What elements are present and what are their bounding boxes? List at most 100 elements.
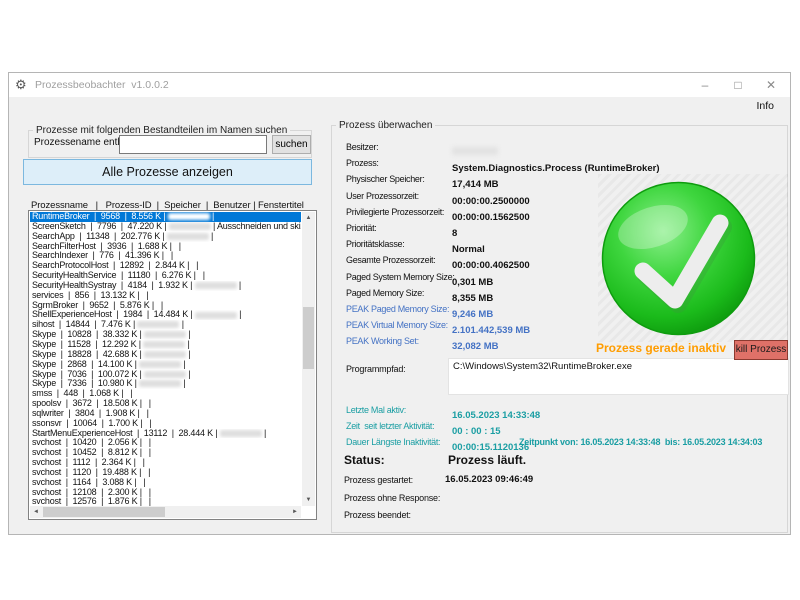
window-title: Prozessbeobachter v1.0.0.2 — [35, 79, 169, 91]
horizontal-scroll-thumb[interactable] — [43, 507, 165, 517]
monitor-field-value: 2.101.442,539 MB — [452, 325, 530, 336]
process-started-label: Prozess gestartet: — [344, 475, 413, 485]
monitor-field-value: 00:00:00.2500000 — [452, 196, 530, 207]
list-item[interactable]: SecurityHealthSystray | 4184 | 1.932 K |… — [30, 281, 301, 291]
censored-user-patch — [220, 430, 262, 437]
list-item[interactable]: RuntimeBroker | 9568 | 8.556 K | | — [30, 212, 301, 222]
censored-user-patch — [144, 351, 186, 358]
list-item[interactable]: spoolsv | 3672 | 18.508 K | | — [30, 399, 301, 409]
maximize-icon[interactable]: □ — [729, 77, 747, 93]
list-item[interactable]: SearchApp | 11348 | 202.776 K | | — [30, 232, 301, 242]
list-item[interactable]: svchost | 12108 | 2.300 K | | — [30, 488, 301, 498]
censored-user-patch — [144, 331, 186, 338]
status-label: Status: — [344, 453, 385, 467]
list-item[interactable]: Skype | 11528 | 12.292 K | | — [30, 340, 301, 350]
monitor-field-value: 17,414 MB — [452, 179, 498, 190]
monitor-field-label: Privilegierte Prozessorzeit: — [346, 207, 452, 217]
process-no-response-label: Prozess ohne Response: — [344, 493, 440, 503]
program-path-value: C:\Windows\System32\RuntimeBroker.exe — [449, 359, 788, 374]
monitor-field-label: Prioritätsklasse: — [346, 239, 452, 249]
monitor-field-row: Besitzer: — [346, 142, 796, 158]
list-item[interactable]: svchost | 1164 | 3.088 K | | — [30, 478, 301, 488]
list-item[interactable]: SearchFilterHost | 3936 | 1.688 K | | — [30, 242, 301, 252]
monitor-field-value: 9,246 MB — [452, 309, 493, 320]
process-name-input[interactable] — [119, 135, 267, 154]
censored-user-patch — [137, 321, 179, 328]
scroll-down-icon[interactable]: ▼ — [302, 494, 315, 506]
list-item[interactable]: svchost | 1112 | 2.364 K | | — [30, 458, 301, 468]
titlebar: ⚙ Prozessbeobachter v1.0.0.2 – □ ✕ — [9, 73, 790, 97]
search-button[interactable]: suchen — [272, 135, 311, 154]
minimize-icon[interactable]: – — [696, 77, 714, 93]
activity-field-row: Letzte Mal aktiv:16.05.2023 14:33:48 — [346, 405, 796, 421]
monitor-field-value: 8 — [452, 228, 457, 239]
censored-user-patch — [144, 371, 186, 378]
scroll-right-icon[interactable]: ► — [289, 506, 301, 518]
list-item[interactable]: svchost | 12576 | 1.876 K | | — [30, 497, 301, 506]
close-icon[interactable]: ✕ — [762, 77, 780, 93]
scroll-up-icon[interactable]: ▲ — [302, 212, 315, 224]
list-item[interactable]: sihost | 14844 | 7.476 K | | — [30, 320, 301, 330]
list-item[interactable]: services | 856 | 13.132 K | | — [30, 291, 301, 301]
list-item[interactable]: Skype | 18828 | 42.688 K | | — [30, 350, 301, 360]
activity-field-label: Letzte Mal aktiv: — [346, 405, 452, 415]
list-item[interactable]: svchost | 10452 | 8.812 K | | — [30, 448, 301, 458]
censored-owner-patch — [452, 147, 498, 155]
list-item[interactable]: svchost | 1120 | 19.488 K | | — [30, 468, 301, 478]
program-path-label: Programmpfad: — [346, 364, 405, 374]
list-item[interactable]: SearchProtocolHost | 12892 | 2.844 K | | — [30, 261, 301, 271]
kill-process-button[interactable]: kill Prozess — [734, 340, 788, 360]
monitor-field-label: Gesamte Prozessorzeit: — [346, 255, 452, 265]
list-item[interactable]: SgrmBroker | 9652 | 5.876 K | | — [30, 301, 301, 311]
list-item[interactable]: SecurityHealthService | 11180 | 6.276 K … — [30, 271, 301, 281]
activity-field-row: Zeit seit letzter Aktivität:00 : 00 : 15 — [346, 421, 796, 437]
app-window: ⚙ Prozessbeobachter v1.0.0.2 – □ ✕ Info … — [8, 72, 791, 535]
monitor-groupbox-title: Prozess überwachen — [336, 120, 435, 131]
monitor-field-value: 0,301 MB — [452, 277, 493, 288]
censored-user-patch — [195, 312, 237, 319]
monitor-field-label: PEAK Virtual Memory Size: — [346, 320, 452, 330]
activity-field-label: Zeit seit letzter Aktivität: — [346, 421, 452, 431]
program-path-box: C:\Windows\System32\RuntimeBroker.exe — [448, 358, 789, 395]
app-gear-icon: ⚙ — [15, 77, 27, 93]
list-item[interactable]: StartMenuExperienceHost | 13112 | 28.444… — [30, 429, 301, 439]
censored-user-patch — [143, 341, 185, 348]
censored-user-patch — [168, 213, 210, 220]
monitor-field-label: Paged System Memory Size: — [346, 272, 452, 282]
list-item[interactable]: SearchIndexer | 776 | 41.396 K | | — [30, 251, 301, 261]
monitor-field-label: PEAK Paged Memory Size: — [346, 304, 452, 314]
horizontal-scrollbar[interactable]: ◄ ► — [30, 506, 301, 518]
censored-user-patch — [167, 233, 209, 240]
green-check-icon — [601, 181, 756, 336]
list-item[interactable]: ScreenSketch | 7796 | 47.220 K | | Aussc… — [30, 222, 301, 232]
monitor-field-value: Normal — [452, 244, 485, 255]
monitor-field-value: System.Diagnostics.Process (RuntimeBroke… — [452, 163, 659, 174]
list-item[interactable]: Skype | 10828 | 38.332 K | | — [30, 330, 301, 340]
monitor-field-label: Priorität: — [346, 223, 452, 233]
list-item[interactable]: Skype | 7036 | 100.072 K | | — [30, 370, 301, 380]
menu-item-info[interactable]: Info — [756, 100, 774, 112]
list-item[interactable]: ssonsvr | 10064 | 1.700 K | | — [30, 419, 301, 429]
show-all-processes-button[interactable]: Alle Prozesse anzeigen — [23, 159, 312, 185]
list-item[interactable]: sqlwriter | 3804 | 1.908 K | | — [30, 409, 301, 419]
monitor-field-row: Prozess:System.Diagnostics.Process (Runt… — [346, 158, 796, 174]
status-value: Prozess läuft. — [448, 453, 526, 467]
list-item[interactable]: ShellExperienceHost | 1984 | 14.484 K | … — [30, 310, 301, 320]
activity-field-row: Dauer Längste Inaktivität:00:00:15.11201… — [346, 437, 796, 453]
activity-field-label: Dauer Längste Inaktivität: — [346, 437, 452, 447]
activity-field-value: 00 : 00 : 15 — [452, 426, 501, 437]
process-started-value: 16.05.2023 09:46:49 — [445, 474, 533, 485]
process-rows: RuntimeBroker | 9568 | 8.556 K | | Scree… — [30, 212, 301, 506]
monitor-field-value: 00:00:00.1562500 — [452, 212, 530, 223]
list-item[interactable]: Skype | 7336 | 10.980 K | | — [30, 379, 301, 389]
list-item[interactable]: Skype | 2868 | 14.100 K | | — [30, 360, 301, 370]
censored-user-patch — [195, 282, 237, 289]
monitor-field-value: 8,355 MB — [452, 293, 493, 304]
list-item[interactable]: svchost | 10420 | 2.056 K | | — [30, 438, 301, 448]
scroll-left-icon[interactable]: ◄ — [30, 506, 42, 518]
vertical-scroll-thumb[interactable] — [303, 307, 314, 369]
list-item[interactable]: smss | 448 | 1.068 K | | — [30, 389, 301, 399]
vertical-scrollbar[interactable]: ▲ ▼ — [302, 212, 315, 506]
activity-field-value: 00:00:15.1120136 — [452, 442, 529, 453]
activity-field-value: 16.05.2023 14:33:48 — [452, 410, 540, 421]
